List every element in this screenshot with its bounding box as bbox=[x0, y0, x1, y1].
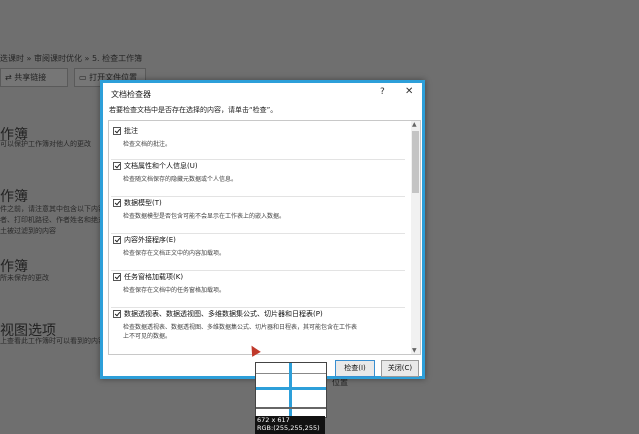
pixel-readout: 672 x 617 RGB:(255,255,255) bbox=[255, 416, 325, 434]
item-description: 检查随文档保存的隐藏元数据或个人信息。 bbox=[123, 176, 238, 183]
item-description: 检查文档的批注。 bbox=[123, 141, 172, 148]
pivot-tables-checkbox[interactable] bbox=[113, 310, 121, 318]
rgb-readout: RGB:(255,255,255) bbox=[257, 424, 320, 432]
breadcrumb: 迭课时 » 审阅课时优化 » 5. 检查工作簿 bbox=[0, 54, 143, 63]
item-label: 任务窗格加载项(K) bbox=[124, 273, 184, 281]
share-link-button[interactable]: ⇄ 共享链接 bbox=[0, 68, 68, 87]
divider bbox=[111, 159, 405, 160]
close-button[interactable]: 关闭(C) bbox=[381, 360, 419, 377]
document-inspector-dialog: 文档检查器 ? ✕ 若要检查文档中是否存在选择的内容，请单击“检查”。 批注 检… bbox=[100, 80, 425, 379]
item-description: 检查数据透视表、数据透视图、多维数据集公式、切片器和日程表，其可能包含在工作表 bbox=[123, 324, 358, 331]
crosshair-horizontal bbox=[256, 387, 326, 390]
scroll-down-icon[interactable]: ▼ bbox=[412, 347, 417, 354]
content-addins-checkbox[interactable] bbox=[113, 236, 121, 244]
vertical-scrollbar[interactable]: ▲ ▼ bbox=[411, 121, 420, 354]
task-pane-addins-checkbox[interactable] bbox=[113, 273, 121, 281]
folder-icon: ▭ bbox=[79, 73, 90, 82]
section-text: 上查看此工作簿时可以看到的内容 bbox=[0, 337, 105, 345]
data-model-checkbox[interactable] bbox=[113, 199, 121, 207]
item-label: 内容外接程序(E) bbox=[124, 236, 176, 244]
divider bbox=[111, 307, 405, 308]
item-label: 文档属性和个人信息(U) bbox=[124, 162, 198, 170]
divider bbox=[111, 233, 405, 234]
help-icon[interactable]: ? bbox=[380, 87, 385, 97]
section-text: 件之前，请注意其中包含以下内容 bbox=[0, 205, 105, 213]
item-description: 检查保存在文档正文中的内容加载项。 bbox=[123, 250, 226, 257]
item-description-cont: 上不可见的数据。 bbox=[123, 333, 172, 340]
divider bbox=[111, 196, 405, 197]
item-label: 数据透视表、数据透视图、多维数据集公式、切片器和日程表(P) bbox=[124, 310, 323, 318]
inspect-button[interactable]: 检查(I) bbox=[335, 360, 375, 377]
zoom-magnifier bbox=[255, 362, 327, 418]
share-icon: ⇄ bbox=[5, 73, 15, 82]
close-icon[interactable]: ✕ bbox=[405, 86, 413, 97]
inspection-list[interactable]: 批注 检查文档的批注。 文档属性和个人信息(U) 检查随文档保存的隐藏元数据或个… bbox=[108, 120, 421, 355]
item-description: 检查保存在文档中的任务窗格加载项。 bbox=[123, 287, 226, 294]
comments-checkbox[interactable] bbox=[113, 127, 121, 135]
dialog-instruction: 若要检查文档中是否存在选择的内容，请单击“检查”。 bbox=[109, 106, 278, 114]
dialog-title: 文档检查器 bbox=[111, 90, 151, 99]
size-readout: 672 x 617 bbox=[257, 416, 290, 424]
item-label: 批注 bbox=[124, 127, 138, 135]
document-properties-checkbox[interactable] bbox=[113, 162, 121, 170]
section-text: 土被过滤到的内容 bbox=[0, 227, 56, 235]
divider bbox=[111, 270, 405, 271]
item-label: 数据模型(T) bbox=[124, 199, 162, 207]
section-text: 所未保存的更改 bbox=[0, 274, 49, 282]
scroll-up-icon[interactable]: ▲ bbox=[412, 121, 417, 128]
section-heading: 作簿 bbox=[0, 189, 28, 205]
item-description: 检查数据模型是否包含可能不会显示在工作表上的嵌入数据。 bbox=[123, 213, 286, 220]
section-text: 可以保护工作簿对他人的更改 bbox=[0, 140, 91, 148]
scroll-thumb[interactable] bbox=[412, 131, 419, 193]
